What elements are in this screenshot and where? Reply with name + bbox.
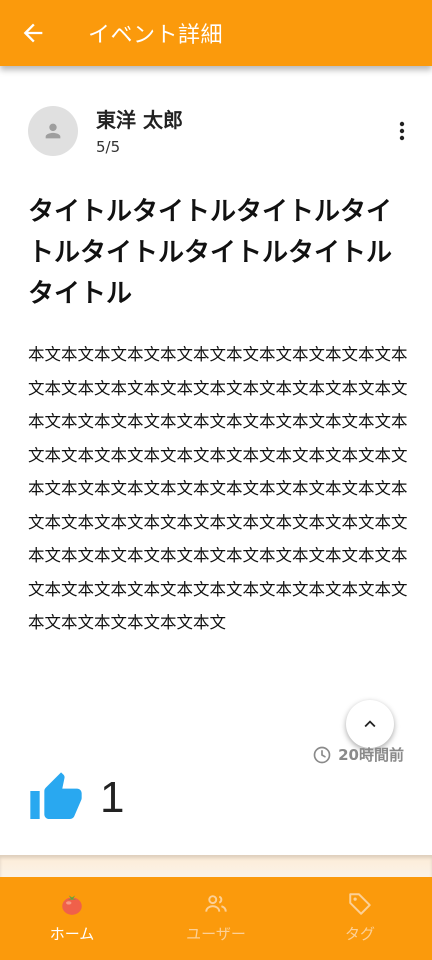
- event-title: タイトルタイトルタイトルタイトルタイトルタイトルタイトルタイトル: [28, 197, 393, 309]
- clock-icon: [313, 746, 331, 763]
- author-row: 東洋 太郎 5/5: [28, 104, 408, 160]
- content-divider: [0, 855, 432, 877]
- event-body: 本文本文本文本文本文本文本文本文本文本文本文本文本文本文本文本文本文本文本文本文…: [28, 345, 408, 632]
- nav-item-users[interactable]: ユーザー: [144, 877, 288, 960]
- chevron-up-icon: [364, 720, 376, 728]
- author-date: 5/5: [96, 138, 121, 156]
- more-options-button[interactable]: [388, 116, 416, 146]
- scroll-to-top-button[interactable]: [346, 700, 394, 748]
- timestamp-text: 20時間前: [338, 746, 404, 764]
- tomato-icon: [62, 895, 82, 915]
- nav-item-tags[interactable]: タグ: [288, 877, 432, 960]
- more-vert-icon: [399, 121, 405, 141]
- nav-label-tags: タグ: [344, 925, 375, 943]
- event-detail-content: 東洋 太郎 5/5 タイトルタイトルタイトルタイトルタイトルタイトルタイトルタイ…: [0, 66, 432, 862]
- page-title: イベント詳細: [88, 23, 224, 48]
- app-bar: イベント詳細: [0, 0, 432, 66]
- like-count: 1: [100, 773, 125, 822]
- nav-label-users: ユーザー: [186, 925, 246, 943]
- person-icon: [45, 123, 61, 139]
- bottom-navigation: ホーム ユーザー タグ: [0, 877, 432, 960]
- back-button[interactable]: [0, 0, 66, 66]
- timestamp: 20時間前: [312, 744, 404, 765]
- like-row: 1: [28, 768, 124, 828]
- nav-item-home[interactable]: ホーム: [0, 877, 144, 960]
- author-name: 東洋 太郎: [96, 108, 183, 132]
- avatar[interactable]: [28, 106, 78, 156]
- tag-icon: [349, 893, 371, 915]
- thumb-up-icon[interactable]: [28, 770, 84, 826]
- nav-label-home: ホーム: [49, 925, 95, 943]
- arrow-back-icon: [23, 23, 43, 43]
- people-icon: [205, 895, 227, 912]
